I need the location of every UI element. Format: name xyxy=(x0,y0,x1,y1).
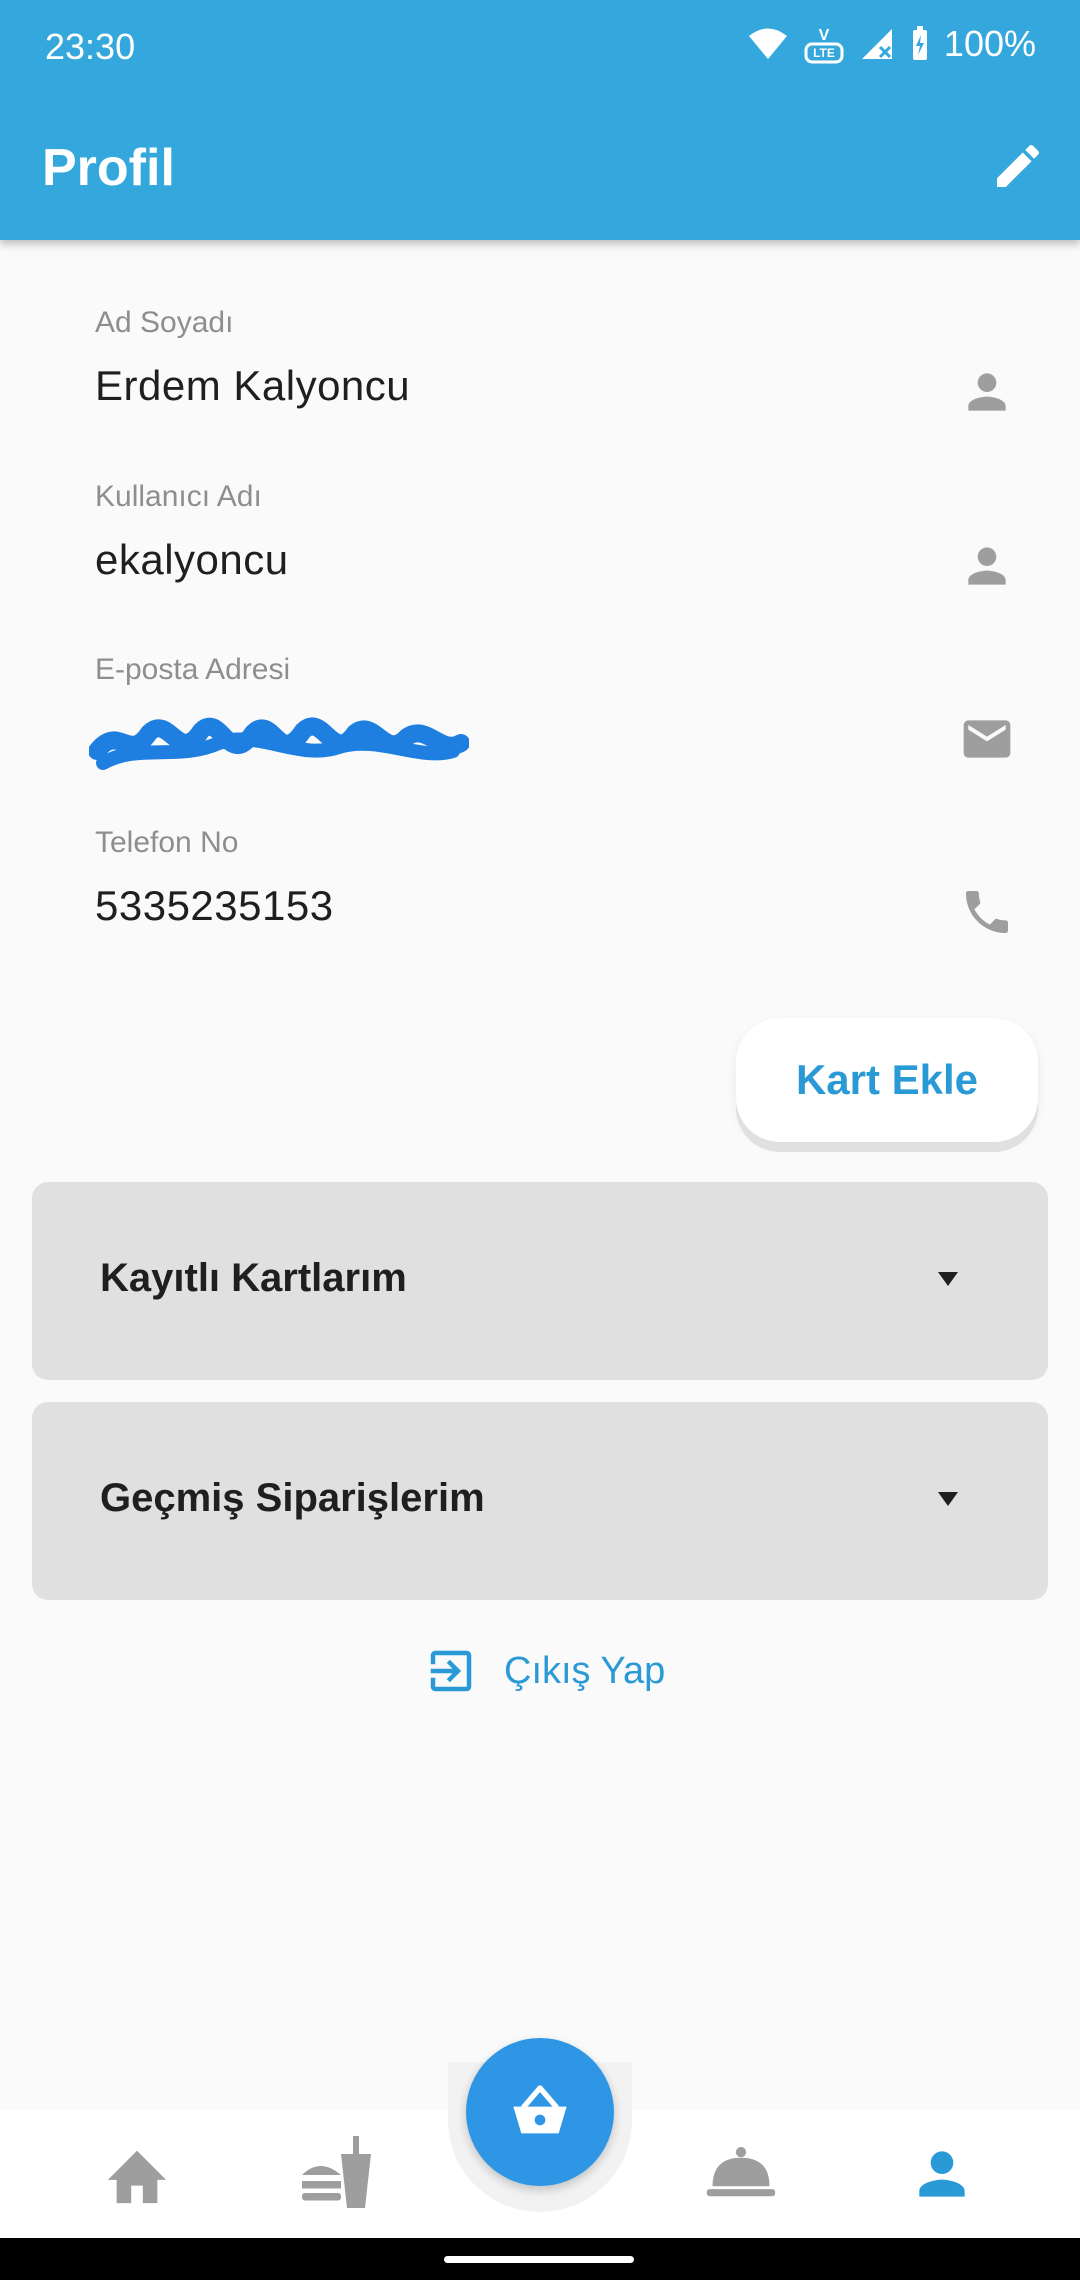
field-email[interactable]: E-posta Adresi xyxy=(89,653,1015,793)
basket-button[interactable] xyxy=(466,2038,614,2186)
mail-icon xyxy=(963,720,1011,758)
redaction-scribble xyxy=(89,717,469,770)
logout-icon xyxy=(430,1650,472,1692)
caret-down-icon xyxy=(938,1272,958,1286)
panel-title: Kayıtlı Kartlarım xyxy=(100,1256,407,1300)
person-icon xyxy=(968,547,1006,585)
field-username[interactable]: Kullanıcı Adı ekalyoncu xyxy=(95,480,1015,620)
field-value: ekalyoncu xyxy=(95,536,289,583)
battery-percent: 100% xyxy=(943,23,1036,64)
signal-icon xyxy=(861,29,892,59)
edit-icon[interactable] xyxy=(990,138,1046,194)
basket-icon xyxy=(513,2085,567,2134)
svg-text:V: V xyxy=(819,27,830,44)
saved-cards-panel[interactable]: Kayıtlı Kartlarım xyxy=(32,1182,1048,1380)
page-title: Profil xyxy=(42,139,175,197)
dish-icon[interactable] xyxy=(704,2142,778,2202)
profile-icon[interactable] xyxy=(908,2140,976,2208)
home-gesture-bar[interactable] xyxy=(444,2256,634,2263)
logout-button[interactable]: Çıkış Yap xyxy=(424,1644,665,1698)
field-name[interactable]: Ad Soyadı Erdem Kalyoncu xyxy=(95,306,1015,446)
volte-icon: LTE V xyxy=(804,27,844,64)
logout-label: Çıkış Yap xyxy=(504,1649,666,1692)
field-label: E-posta Adresi xyxy=(95,653,291,686)
status-time: 23:30 xyxy=(45,26,136,67)
field-label: Telefon No xyxy=(95,826,239,859)
field-phone[interactable]: Telefon No 5335235153 xyxy=(95,826,1015,966)
past-orders-panel[interactable]: Geçmiş Siparişlerim xyxy=(32,1402,1048,1600)
svg-text:LTE: LTE xyxy=(813,46,835,60)
field-label: Ad Soyadı xyxy=(95,306,234,339)
home-icon[interactable] xyxy=(102,2142,172,2206)
person-icon xyxy=(968,373,1006,411)
app-bar: 23:30 LTE V 100% Profil xyxy=(0,0,1080,240)
add-card-button[interactable]: Kart Ekle xyxy=(736,1018,1038,1142)
battery-icon xyxy=(912,26,927,60)
caret-down-icon xyxy=(938,1492,958,1506)
food-icon[interactable] xyxy=(296,2130,380,2214)
wifi-icon xyxy=(748,28,787,59)
panel-title: Geçmiş Siparişlerim xyxy=(100,1476,485,1520)
field-value: Erdem Kalyoncu xyxy=(95,362,411,409)
field-label: Kullanıcı Adı xyxy=(95,480,262,513)
phone-icon xyxy=(966,891,1008,933)
status-icons: LTE V 100% xyxy=(748,22,1036,66)
field-value: 5335235153 xyxy=(95,882,334,929)
